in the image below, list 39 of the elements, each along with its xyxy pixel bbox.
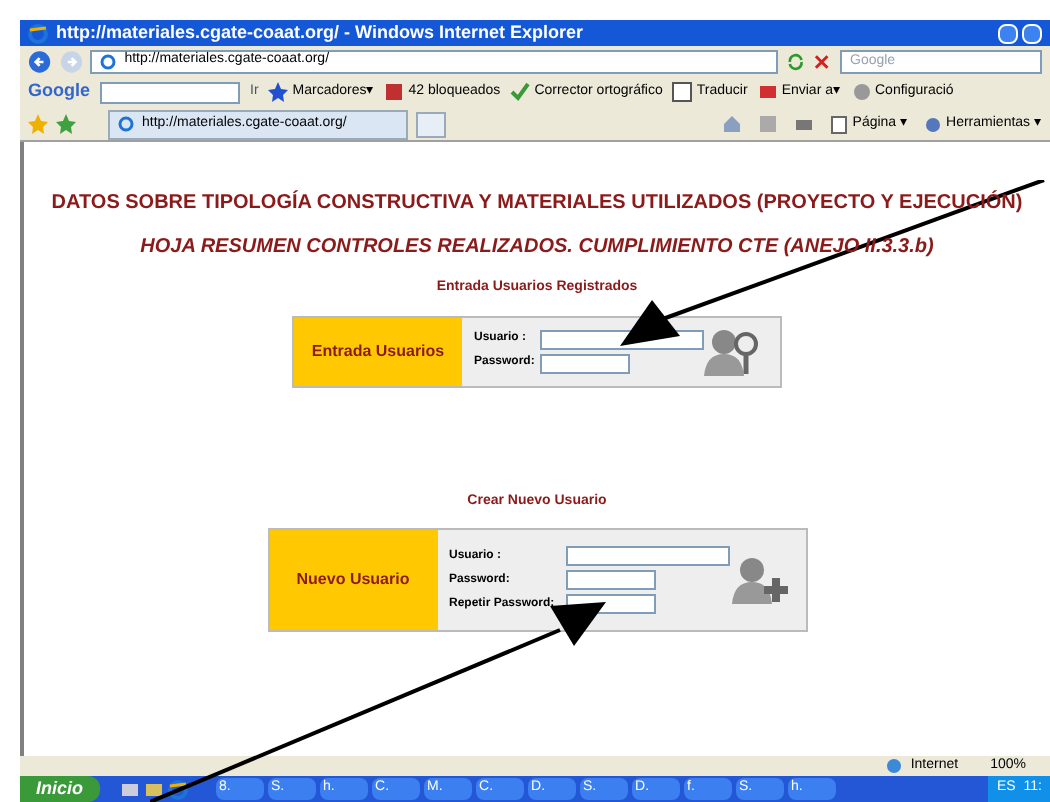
desktop-icon bbox=[119, 779, 140, 799]
user-search-icon bbox=[704, 324, 764, 378]
globe-icon bbox=[886, 758, 903, 774]
send-icon bbox=[757, 82, 778, 102]
blocked-popup-icon bbox=[384, 82, 405, 102]
browser-icon bbox=[167, 779, 188, 799]
new-tab-button[interactable] bbox=[416, 111, 446, 137]
google-logo: Google bbox=[28, 78, 90, 105]
panel-label: Entrada Usuarios bbox=[294, 317, 462, 385]
checkmark-icon bbox=[510, 82, 531, 102]
input-field[interactable] bbox=[565, 546, 729, 566]
panel-label: Nuevo Usuario bbox=[269, 530, 437, 630]
add-favorite-icon bbox=[56, 114, 76, 134]
user-add-icon bbox=[729, 553, 789, 607]
printer-icon bbox=[794, 114, 815, 134]
page-icon bbox=[118, 116, 134, 132]
window-title: http://materiales.cgate-coaat.org/ - Windows Internet Explorer bbox=[56, 19, 583, 46]
close-icon bbox=[812, 51, 832, 71]
page-icon bbox=[830, 115, 849, 133]
browser-icon bbox=[28, 23, 48, 43]
page-subheading: HOJA RESUMEN CONTROLES REALIZADOS. CUMPLIMIENTO CTE (ANEJO II.3.3.b) bbox=[140, 234, 934, 262]
star-icon bbox=[268, 82, 289, 102]
gear-icon bbox=[924, 115, 943, 133]
page-icon bbox=[100, 53, 117, 69]
google-search-field[interactable] bbox=[100, 81, 240, 103]
gear-icon bbox=[851, 82, 871, 102]
feed-icon bbox=[758, 114, 779, 134]
start-button[interactable]: Inicio bbox=[20, 776, 100, 802]
forward-icon bbox=[59, 49, 83, 73]
maximize-button[interactable] bbox=[1022, 23, 1042, 43]
input-field[interactable] bbox=[540, 353, 630, 373]
back-icon bbox=[28, 49, 52, 73]
favorites-star-icon bbox=[28, 114, 48, 134]
minimize-button[interactable] bbox=[998, 23, 1018, 43]
refresh-icon bbox=[785, 51, 805, 71]
home-icon bbox=[722, 114, 743, 134]
folder-icon bbox=[143, 779, 164, 799]
translate-icon bbox=[672, 82, 693, 102]
input-field[interactable] bbox=[565, 570, 655, 590]
